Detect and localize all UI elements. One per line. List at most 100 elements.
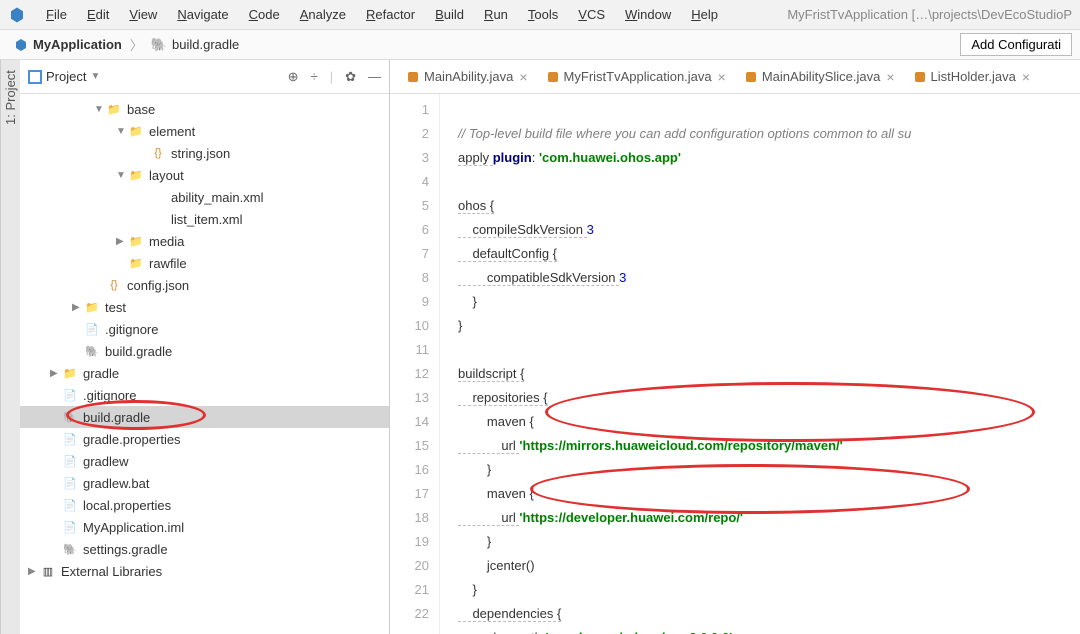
- tree-item-string-json[interactable]: {}string.json: [20, 142, 389, 164]
- line-number: 3: [390, 146, 429, 170]
- code-editor[interactable]: 12345678910111213141516171819202122 // T…: [390, 94, 1080, 634]
- editor-tab-MyFristTvApplication-java[interactable]: MyFristTvApplication.java ×: [538, 60, 736, 93]
- close-tab-icon[interactable]: ×: [519, 69, 527, 85]
- code-line: apply plugin: 'com.huawei.ohos.app': [458, 150, 681, 166]
- folder-icon: 📁: [128, 167, 144, 183]
- breadcrumb-file[interactable]: 🐘 build.gradle: [145, 35, 245, 55]
- menu-build[interactable]: Build: [425, 7, 474, 22]
- expand-arrow-icon: ▼: [116, 126, 128, 137]
- editor-pane: MainAbility.java×MyFristTvApplication.ja…: [390, 60, 1080, 634]
- menu-navigate[interactable]: Navigate: [167, 7, 238, 22]
- line-number: 10: [390, 314, 429, 338]
- code-line: }: [458, 462, 491, 477]
- hide-icon[interactable]: —: [368, 69, 381, 85]
- menu-tools[interactable]: Tools: [518, 7, 568, 22]
- file-icon: 📄: [62, 519, 78, 535]
- tree-item-label: .gitignore: [105, 322, 158, 337]
- tree-item-MyApplication-iml[interactable]: 📄MyApplication.iml: [20, 516, 389, 538]
- editor-tab-MainAbility-java[interactable]: MainAbility.java×: [398, 60, 538, 93]
- window-title: MyFristTvApplication […\projects\DevEcoS…: [787, 7, 1072, 22]
- tree-item-label: base: [127, 102, 155, 117]
- tree-item-config-json[interactable]: {}config.json: [20, 274, 389, 296]
- tree-item--gitignore[interactable]: 📄.gitignore: [20, 318, 389, 340]
- editor-tab-ListHolder-java[interactable]: ListHolder.java ×: [905, 60, 1040, 93]
- json-icon: {}: [150, 145, 166, 161]
- tree-item-list_item-xml[interactable]: list_item.xml: [20, 208, 389, 230]
- tree-item-label: config.json: [127, 278, 189, 293]
- tree-item--gitignore[interactable]: 📄 .gitignore: [20, 384, 389, 406]
- menu-code[interactable]: Code: [239, 7, 290, 22]
- tree-item-base[interactable]: ▼📁 base: [20, 98, 389, 120]
- tree-item-build-gradle[interactable]: 🐘build.gradle: [20, 340, 389, 362]
- code-line: jcenter(): [458, 558, 535, 573]
- code-content[interactable]: // Top-level build file where you can ad…: [440, 94, 1080, 634]
- tree-item-gradle-properties[interactable]: 📄gradle.properties: [20, 428, 389, 450]
- breadcrumb-file-label: build.gradle: [172, 37, 239, 52]
- close-tab-icon[interactable]: ×: [1022, 69, 1030, 85]
- tree-item-label: gradle.properties: [83, 432, 181, 447]
- project-icon: [14, 38, 28, 52]
- tree-item-gradle[interactable]: ▶📁gradle: [20, 362, 389, 384]
- locate-icon[interactable]: ⊕: [288, 69, 299, 85]
- tree-item-rawfile[interactable]: 📁rawfile: [20, 252, 389, 274]
- tab-label: ListHolder.java: [931, 69, 1016, 84]
- close-tab-icon[interactable]: ×: [718, 69, 726, 85]
- line-gutter: 12345678910111213141516171819202122: [390, 94, 440, 634]
- tree-item-settings-gradle[interactable]: 🐘settings.gradle: [20, 538, 389, 560]
- close-tab-icon[interactable]: ×: [886, 69, 894, 85]
- tree-item-layout[interactable]: ▼📁layout: [20, 164, 389, 186]
- tree-item-External-Libraries[interactable]: ▶▥External Libraries: [20, 560, 389, 582]
- breadcrumb-project[interactable]: MyApplication: [8, 35, 128, 54]
- tab-label: MyFristTvApplication.java: [564, 69, 712, 84]
- editor-tab-MainAbilitySlice-java[interactable]: MainAbilitySlice.java×: [736, 60, 905, 93]
- tree-item-media[interactable]: ▶📁media: [20, 230, 389, 252]
- tree-item-test[interactable]: ▶📁test: [20, 296, 389, 318]
- menu-edit[interactable]: Edit: [77, 7, 119, 22]
- tree-item-ability_main-xml[interactable]: ability_main.xml: [20, 186, 389, 208]
- menu-run[interactable]: Run: [474, 7, 518, 22]
- annotation-oval-url1: [545, 382, 1035, 442]
- file-type-icon: [408, 72, 418, 82]
- tree-item-label: gradlew: [83, 454, 129, 469]
- menu-file[interactable]: File: [36, 7, 77, 22]
- tree-item-gradlew-bat[interactable]: 📄gradlew.bat: [20, 472, 389, 494]
- menu-refactor[interactable]: Refactor: [356, 7, 425, 22]
- line-number: 7: [390, 242, 429, 266]
- line-number: 12: [390, 362, 429, 386]
- menu-window[interactable]: Window: [615, 7, 681, 22]
- project-tool-tab[interactable]: 1: Project: [0, 60, 20, 634]
- menu-analyze[interactable]: Analyze: [290, 7, 356, 22]
- add-configuration-button[interactable]: Add Configurati: [960, 33, 1072, 56]
- menu-items: FileEditViewNavigateCodeAnalyzeRefactorB…: [36, 7, 728, 22]
- code-line: }: [458, 534, 491, 549]
- line-number: 20: [390, 554, 429, 578]
- expand-arrow-icon: ▼: [94, 104, 106, 115]
- code-line: url 'https://mirrors.huaweicloud.com/rep…: [458, 438, 843, 454]
- code-line: compileSdkVersion 3: [458, 222, 594, 238]
- file-icon: 📄: [62, 387, 78, 403]
- project-tree[interactable]: ▼📁base▼📁element{}string.json▼📁layoutabil…: [20, 94, 389, 634]
- tree-item-label: layout: [149, 168, 184, 183]
- line-number: 15: [390, 434, 429, 458]
- tree-item-label: build.gradle: [83, 410, 150, 425]
- folder-icon: 📁: [62, 365, 78, 381]
- file-icon: 📄: [62, 475, 78, 491]
- editor-tabs: MainAbility.java×MyFristTvApplication.ja…: [390, 60, 1080, 94]
- menu-view[interactable]: View: [119, 7, 167, 22]
- line-number: 4: [390, 170, 429, 194]
- settings-icon[interactable]: ✿: [345, 69, 356, 85]
- menu-vcs[interactable]: VCS: [568, 7, 615, 22]
- collapse-icon[interactable]: ÷: [311, 69, 318, 85]
- project-view-selector[interactable]: Project ▼: [28, 69, 100, 84]
- folder-icon: 📁: [106, 101, 122, 117]
- folder-icon: 📁: [128, 255, 144, 271]
- tree-item-label: .gitignore: [83, 388, 136, 403]
- line-number: 11: [390, 338, 429, 362]
- tree-item-gradlew[interactable]: 📄gradlew: [20, 450, 389, 472]
- lib-icon: ▥: [40, 563, 56, 579]
- tree-item-local-properties[interactable]: 📄local.properties: [20, 494, 389, 516]
- code-line: }: [458, 318, 462, 333]
- menu-help[interactable]: Help: [681, 7, 728, 22]
- tree-item-build-gradle[interactable]: 🐘build.gradle: [20, 406, 389, 428]
- tree-item-element[interactable]: ▼📁element: [20, 120, 389, 142]
